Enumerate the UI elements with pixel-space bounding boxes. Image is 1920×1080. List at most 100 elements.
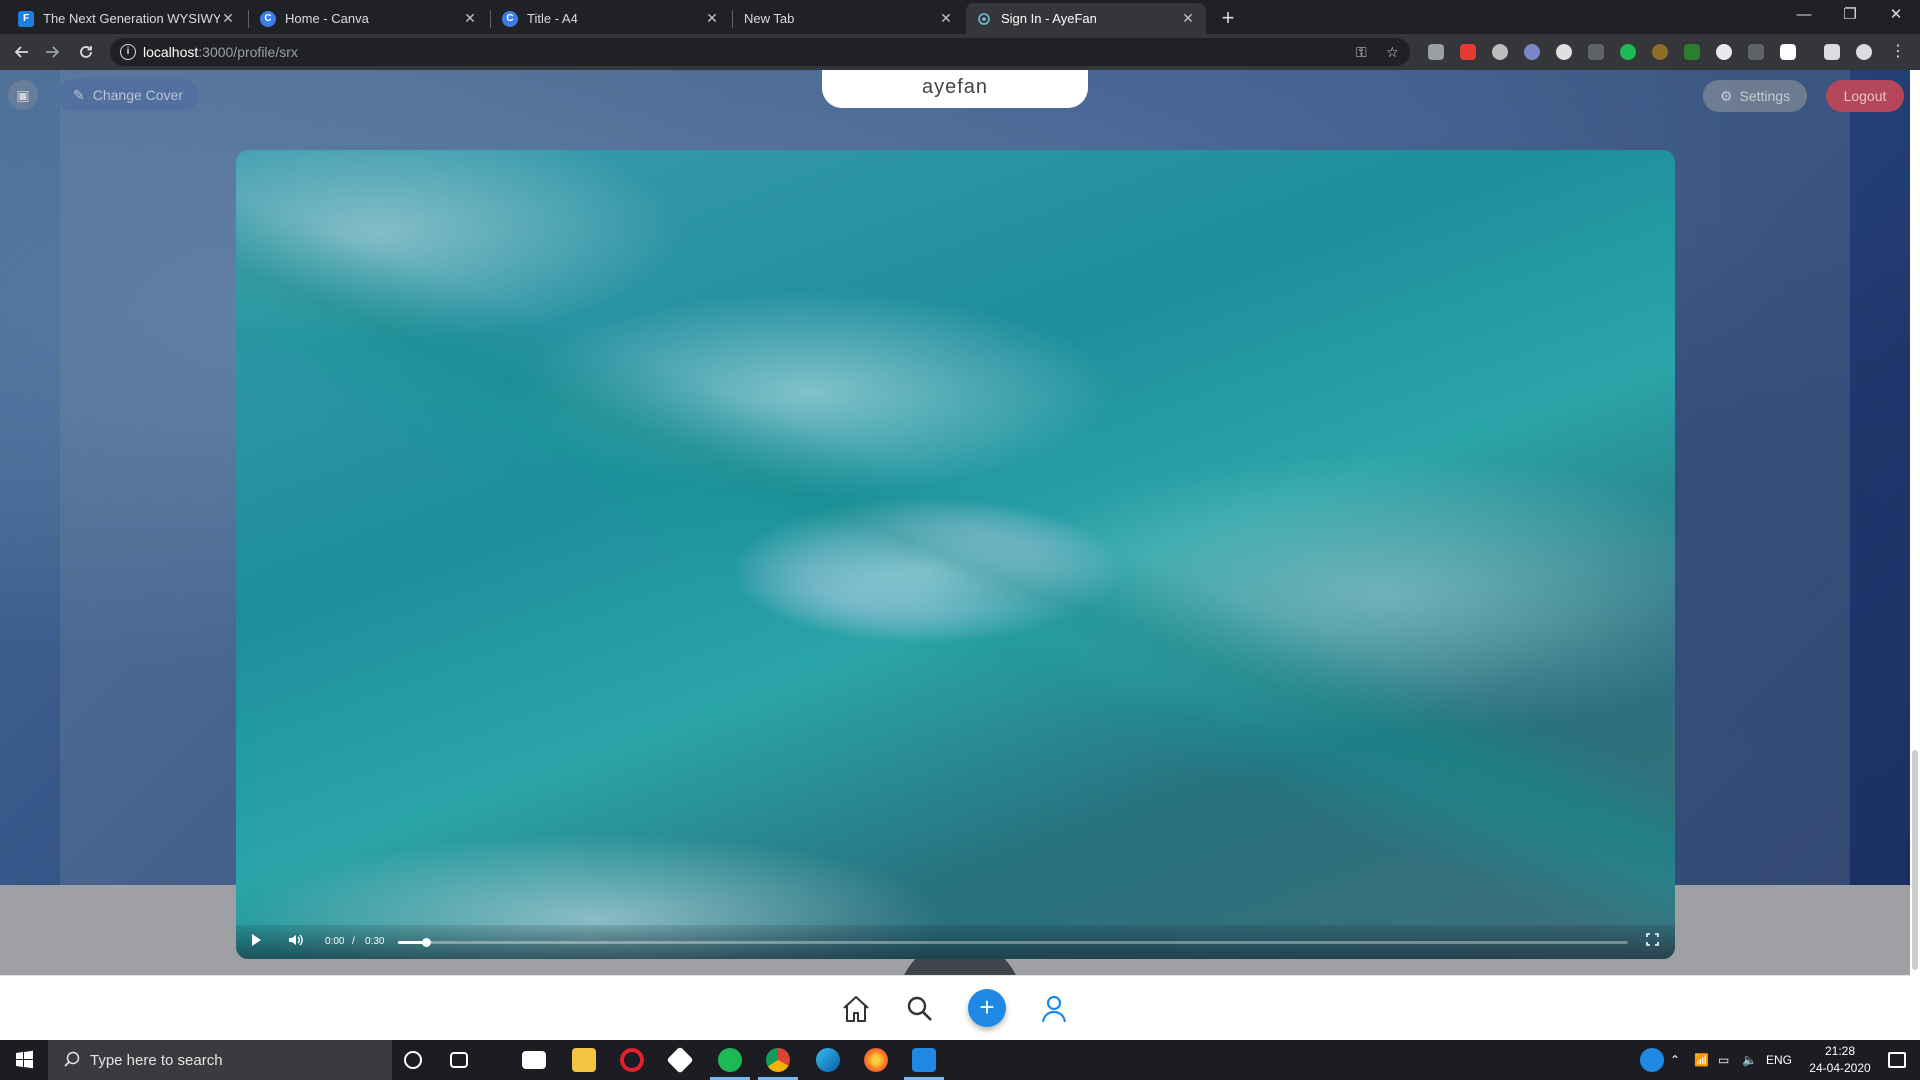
tab-title: The Next Generation WYSIWYG — [43, 11, 220, 26]
volume-icon — [289, 934, 303, 946]
extension-icon[interactable] — [1556, 44, 1572, 60]
duration: 0:30 — [365, 936, 385, 947]
settings-label: Settings — [1739, 88, 1791, 104]
home-button[interactable] — [840, 993, 872, 1025]
bottom-navigation: + — [0, 975, 1910, 1040]
extension-icon[interactable] — [1748, 44, 1764, 60]
seek-bar[interactable] — [398, 938, 1628, 947]
maximize-button[interactable]: ❐ — [1827, 0, 1873, 30]
url-path: :3000/profile/srx — [198, 44, 298, 60]
minimize-button[interactable]: — — [1781, 0, 1827, 30]
chevron-up-icon[interactable]: ⌃ — [1670, 1040, 1680, 1080]
grammarly-extension-icon[interactable] — [1620, 44, 1636, 60]
tab-canva-home[interactable]: C Home - Canva ✕ — [250, 3, 488, 34]
video-camera-icon[interactable]: ▣ — [8, 80, 38, 110]
mail-icon[interactable] — [522, 1051, 546, 1069]
canva-favicon-icon: C — [260, 10, 276, 27]
page-scrollbar[interactable] — [1910, 70, 1920, 1040]
search-icon — [907, 996, 932, 1021]
scrollbar-thumb[interactable] — [1912, 750, 1918, 970]
battery-icon[interactable]: ▭ — [1718, 1040, 1729, 1080]
extension-icon[interactable] — [1780, 44, 1796, 60]
firefox-icon[interactable] — [864, 1048, 888, 1072]
spotify-icon[interactable] — [718, 1048, 742, 1072]
file-explorer-icon[interactable] — [572, 1048, 596, 1072]
tab-close-icon[interactable]: ✕ — [462, 10, 478, 27]
reload-icon — [80, 46, 92, 58]
tab-sign-in-ayefan[interactable]: Sign In - AyeFan ✕ — [966, 3, 1206, 34]
browser-tab-strip: F The Next Generation WYSIWYG ✕ C Home -… — [0, 0, 1920, 34]
dropbox-icon[interactable] — [666, 1046, 694, 1074]
task-view-icon[interactable] — [450, 1052, 468, 1068]
close-window-button[interactable]: ✕ — [1873, 0, 1919, 30]
tab-separator — [732, 10, 733, 28]
extension-gear-icon[interactable] — [1716, 44, 1732, 60]
extension-icon[interactable] — [1652, 44, 1668, 60]
edge-icon[interactable] — [816, 1048, 840, 1072]
fullscreen-icon — [1646, 933, 1659, 946]
tab-title: Home - Canva — [285, 11, 369, 26]
opera-icon[interactable] — [620, 1048, 644, 1072]
back-button[interactable] — [8, 38, 36, 66]
pencil-icon: ✎ — [72, 86, 85, 103]
logout-button[interactable]: Logout — [1826, 80, 1904, 112]
chrome-menu-icon[interactable]: ⋮ — [1884, 38, 1912, 66]
tab-close-icon[interactable]: ✕ — [1180, 10, 1196, 27]
current-time: 0:00 — [325, 936, 345, 947]
video-player[interactable]: 0:00 / 0:30 — [236, 150, 1675, 959]
tab-close-icon[interactable]: ✕ — [220, 10, 236, 27]
play-button[interactable] — [250, 933, 262, 950]
address-bar[interactable]: i localhost:3000/profile/srx ⚿ ☆ — [110, 38, 1410, 66]
url-text[interactable]: localhost:3000/profile/srx — [143, 44, 298, 60]
canva-favicon-icon: C — [502, 10, 518, 27]
arrow-right-icon — [46, 46, 60, 58]
bookmark-star-icon[interactable]: ☆ — [1386, 44, 1399, 61]
time-separator: / — [352, 936, 355, 947]
cortana-icon[interactable] — [404, 1051, 422, 1069]
extension-icon[interactable] — [1428, 44, 1444, 60]
volume-button[interactable] — [288, 933, 304, 950]
media-control-icon[interactable] — [1824, 44, 1840, 60]
change-cover-label: Change Cover — [92, 87, 183, 103]
start-button[interactable] — [0, 1040, 48, 1080]
play-icon — [252, 934, 261, 946]
extension-icon[interactable] — [1460, 44, 1476, 60]
reload-button[interactable] — [72, 38, 100, 66]
fullscreen-button[interactable] — [1646, 933, 1659, 949]
tab-title: Sign In - AyeFan — [1001, 11, 1097, 26]
notifications-icon[interactable] — [1888, 1052, 1906, 1068]
profile-button[interactable] — [1038, 993, 1070, 1025]
profile-avatar-icon[interactable] — [1856, 44, 1872, 60]
language-indicator[interactable]: ENG — [1766, 1040, 1792, 1080]
tab-title-a4[interactable]: C Title - A4 ✕ — [492, 3, 730, 34]
help-icon[interactable] — [1640, 1048, 1664, 1072]
site-info-icon[interactable]: i — [120, 44, 136, 60]
extension-icon[interactable] — [1684, 44, 1700, 60]
key-icon[interactable]: ⚿ — [1356, 44, 1367, 61]
tab-wysiwyg[interactable]: F The Next Generation WYSIWYG ✕ — [8, 3, 246, 34]
new-tab-button[interactable]: + — [1214, 4, 1242, 32]
search-button[interactable] — [904, 993, 936, 1025]
speaker-icon[interactable]: 🔈 — [1742, 1040, 1757, 1080]
extension-icon[interactable] — [1588, 44, 1604, 60]
video-controls: 0:00 / 0:30 — [236, 925, 1675, 959]
change-cover-button[interactable]: ✎ Change Cover — [58, 79, 198, 111]
site-logo[interactable]: ayefan — [822, 70, 1088, 108]
extension-icon[interactable] — [1524, 44, 1540, 60]
tab-separator — [490, 10, 491, 28]
extension-icon[interactable] — [1492, 44, 1508, 60]
vscode-icon[interactable] — [912, 1048, 936, 1072]
seek-thumb[interactable] — [422, 938, 432, 947]
froala-favicon-icon: F — [18, 10, 34, 27]
chrome-icon[interactable] — [766, 1048, 790, 1072]
gear-icon: ⚙ — [1719, 87, 1733, 104]
taskbar-search[interactable]: Type here to search — [48, 1040, 392, 1080]
settings-button[interactable]: ⚙ Settings — [1703, 80, 1807, 112]
tab-new-tab[interactable]: New Tab ✕ — [734, 3, 964, 34]
tab-close-icon[interactable]: ✕ — [704, 10, 720, 27]
tab-close-icon[interactable]: ✕ — [938, 10, 954, 27]
taskbar-clock[interactable]: 21:28 24-04-2020 — [1800, 1043, 1880, 1077]
network-icon[interactable]: 📶 — [1694, 1040, 1709, 1080]
add-post-button[interactable]: + — [968, 989, 1006, 1027]
forward-button[interactable] — [38, 38, 66, 66]
